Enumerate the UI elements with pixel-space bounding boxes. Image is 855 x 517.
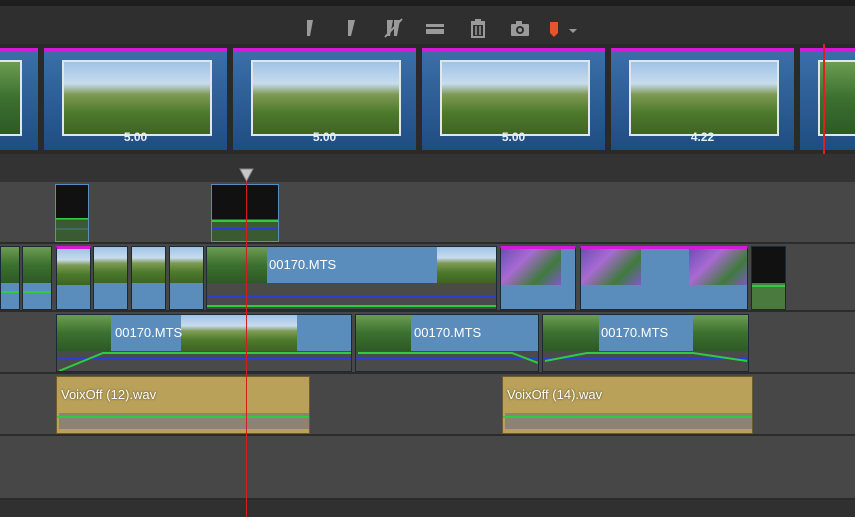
volume-envelope[interactable] [543,345,749,372]
video-track-1: 00170.MTS [0,244,855,312]
video-clip[interactable]: 00170.MTS [355,314,539,372]
video-clip[interactable]: 00170.MTS [56,314,352,372]
video-clip[interactable] [169,246,204,310]
playhead-line [246,170,247,517]
storyboard-thumbnail [629,60,779,136]
playhead-handle[interactable] [239,168,254,182]
storyboard-card[interactable] [800,48,855,150]
clip-duration: 5.00 [123,130,148,144]
video-clip[interactable] [580,246,748,310]
audio-waveform [503,413,752,429]
marker-flag-icon[interactable] [545,16,581,40]
audio-clip[interactable]: VoixOff (14).wav [502,376,753,434]
video-clip[interactable] [22,246,52,310]
insert-gap-icon[interactable] [424,16,446,40]
timeline-scrollbar[interactable] [0,500,855,517]
camera-icon[interactable] [509,16,531,40]
storyboard-card[interactable]: 5.00 [422,48,605,150]
storyboard-thumbnail [440,60,590,136]
video-clip[interactable] [131,246,166,310]
marker-left-icon[interactable] [300,16,322,40]
overlay-clip[interactable] [55,184,89,242]
video-clip[interactable]: 00170.MTS [206,246,497,310]
storyboard-position-marker [823,44,825,154]
storyboard-card[interactable]: 4.22 [611,48,794,150]
toolbar [0,0,855,44]
video-clip[interactable] [751,246,786,310]
split-off-icon[interactable] [382,16,404,40]
storyboard-thumbnail [62,60,212,136]
clip-label: 00170.MTS [115,325,183,340]
audio-waveform [57,413,309,429]
storyboard: 5.00 5.00 5.00 4.22 [0,44,855,154]
overlay-clip[interactable] [211,184,279,242]
storyboard-card[interactable]: 5.00 [44,48,227,150]
timeline-ruler[interactable] [0,154,855,183]
clip-label: VoixOff (12).wav [61,387,157,402]
video-clip[interactable]: 00170.MTS [542,314,749,372]
clip-label: 00170.MTS [601,325,669,340]
clip-duration: 5.00 [501,130,526,144]
empty-track [0,436,855,500]
marker-right-icon[interactable] [340,16,362,40]
audio-clip[interactable]: VoixOff (12).wav [56,376,310,434]
volume-envelope[interactable] [57,345,352,372]
overlay-track [0,182,855,244]
clip-duration: 5.00 [312,130,337,144]
volume-envelope[interactable] [356,345,539,372]
video-clip[interactable] [93,246,128,310]
clip-label: 00170.MTS [269,257,337,272]
video-clip[interactable] [0,246,20,310]
storyboard-thumbnail [0,60,22,136]
clip-label: 00170.MTS [414,325,482,340]
trash-icon[interactable] [467,16,489,40]
clip-duration: 4.22 [690,130,715,144]
clip-label: VoixOff (14).wav [507,387,603,402]
storyboard-card[interactable] [0,48,38,150]
video-clip[interactable] [500,246,576,310]
storyboard-thumbnail [251,60,401,136]
storyboard-card[interactable]: 5.00 [233,48,416,150]
audio-track: VoixOff (12).wav VoixOff (14).wav [0,374,855,436]
video-track-2: 00170.MTS 00170.MTS 00170.MTS [0,312,855,374]
video-clip[interactable] [56,246,91,310]
